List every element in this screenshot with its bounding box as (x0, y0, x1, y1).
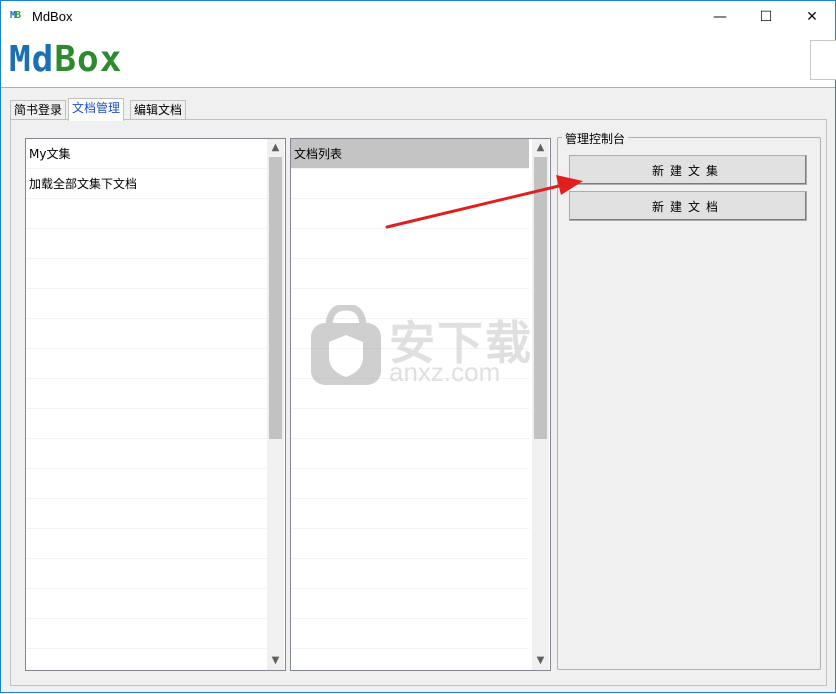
list-item-empty (26, 469, 267, 499)
list-item-empty (26, 589, 267, 619)
collection-list[interactable]: My文集 加载全部文集下文档 ▲ ▼ (25, 138, 286, 671)
list-item[interactable]: 加载全部文集下文档 (26, 169, 267, 199)
list-item-empty (26, 199, 267, 229)
scroll-up-icon[interactable]: ▲ (267, 139, 284, 156)
list-item-empty (26, 319, 267, 349)
list-item[interactable]: My文集 (26, 139, 267, 169)
list-item-empty (26, 349, 267, 379)
scroll-thumb[interactable] (269, 157, 282, 439)
group-title: 管理控制台 (562, 130, 629, 147)
list-item-empty (291, 409, 529, 439)
vertical-scrollbar[interactable]: ▲ ▼ (532, 139, 549, 670)
scroll-down-icon[interactable]: ▼ (267, 652, 284, 669)
list-item-empty (26, 529, 267, 559)
list-item-empty (291, 349, 529, 379)
tab-edit-document[interactable]: 编辑文档 (130, 100, 187, 120)
vertical-scrollbar[interactable]: ▲ ▼ (267, 139, 284, 670)
list-item-empty (26, 409, 267, 439)
document-list[interactable]: 文档列表 ▲ ▼ (290, 138, 551, 671)
list-item-empty (26, 559, 267, 589)
list-item-empty (26, 289, 267, 319)
new-collection-button[interactable]: 新建文集 (569, 155, 807, 185)
list-item-empty (291, 289, 529, 319)
tab-jianshu-login[interactable]: 简书登录 (10, 100, 67, 120)
tab-document-management[interactable]: 文档管理 (68, 98, 125, 121)
list-item-empty (291, 319, 529, 349)
list-item-empty (291, 439, 529, 469)
scroll-up-icon[interactable]: ▲ (532, 139, 549, 156)
header-panel (810, 40, 836, 80)
list-item-empty (291, 589, 529, 619)
list-item-empty (26, 499, 267, 529)
list-item-empty (26, 259, 267, 289)
list-header-row[interactable]: 文档列表 (291, 139, 529, 169)
scroll-down-icon[interactable]: ▼ (532, 652, 549, 669)
app-logo: MdBox (9, 39, 123, 80)
new-document-button[interactable]: 新建文档 (569, 191, 807, 221)
maximize-button[interactable]: ☐ (743, 1, 789, 32)
list-item-empty (291, 259, 529, 289)
minimize-button[interactable]: — (697, 1, 743, 32)
list-item-empty (26, 379, 267, 409)
app-window: MB MdBox — ☐ ✕ MdBox 简书登录 文档管理 编辑文档 My文集… (0, 0, 836, 693)
list-item-empty (291, 619, 529, 649)
list-item-empty (291, 199, 529, 229)
list-item-empty (291, 529, 529, 559)
list-item-empty (26, 619, 267, 649)
close-button[interactable]: ✕ (789, 1, 835, 32)
list-item-empty (291, 469, 529, 499)
window-title: MdBox (32, 9, 73, 24)
list-item-empty (291, 499, 529, 529)
list-item-empty (291, 229, 529, 259)
list-item-empty (291, 559, 529, 589)
list-item-empty (291, 169, 529, 199)
list-item-empty (26, 229, 267, 259)
list-item-empty (291, 379, 529, 409)
header-banner: MdBox (1, 32, 836, 88)
list-item-empty (26, 439, 267, 469)
app-icon: MB (10, 10, 21, 21)
scroll-thumb[interactable] (534, 157, 547, 439)
title-bar[interactable]: MB MdBox — ☐ ✕ (1, 1, 835, 32)
